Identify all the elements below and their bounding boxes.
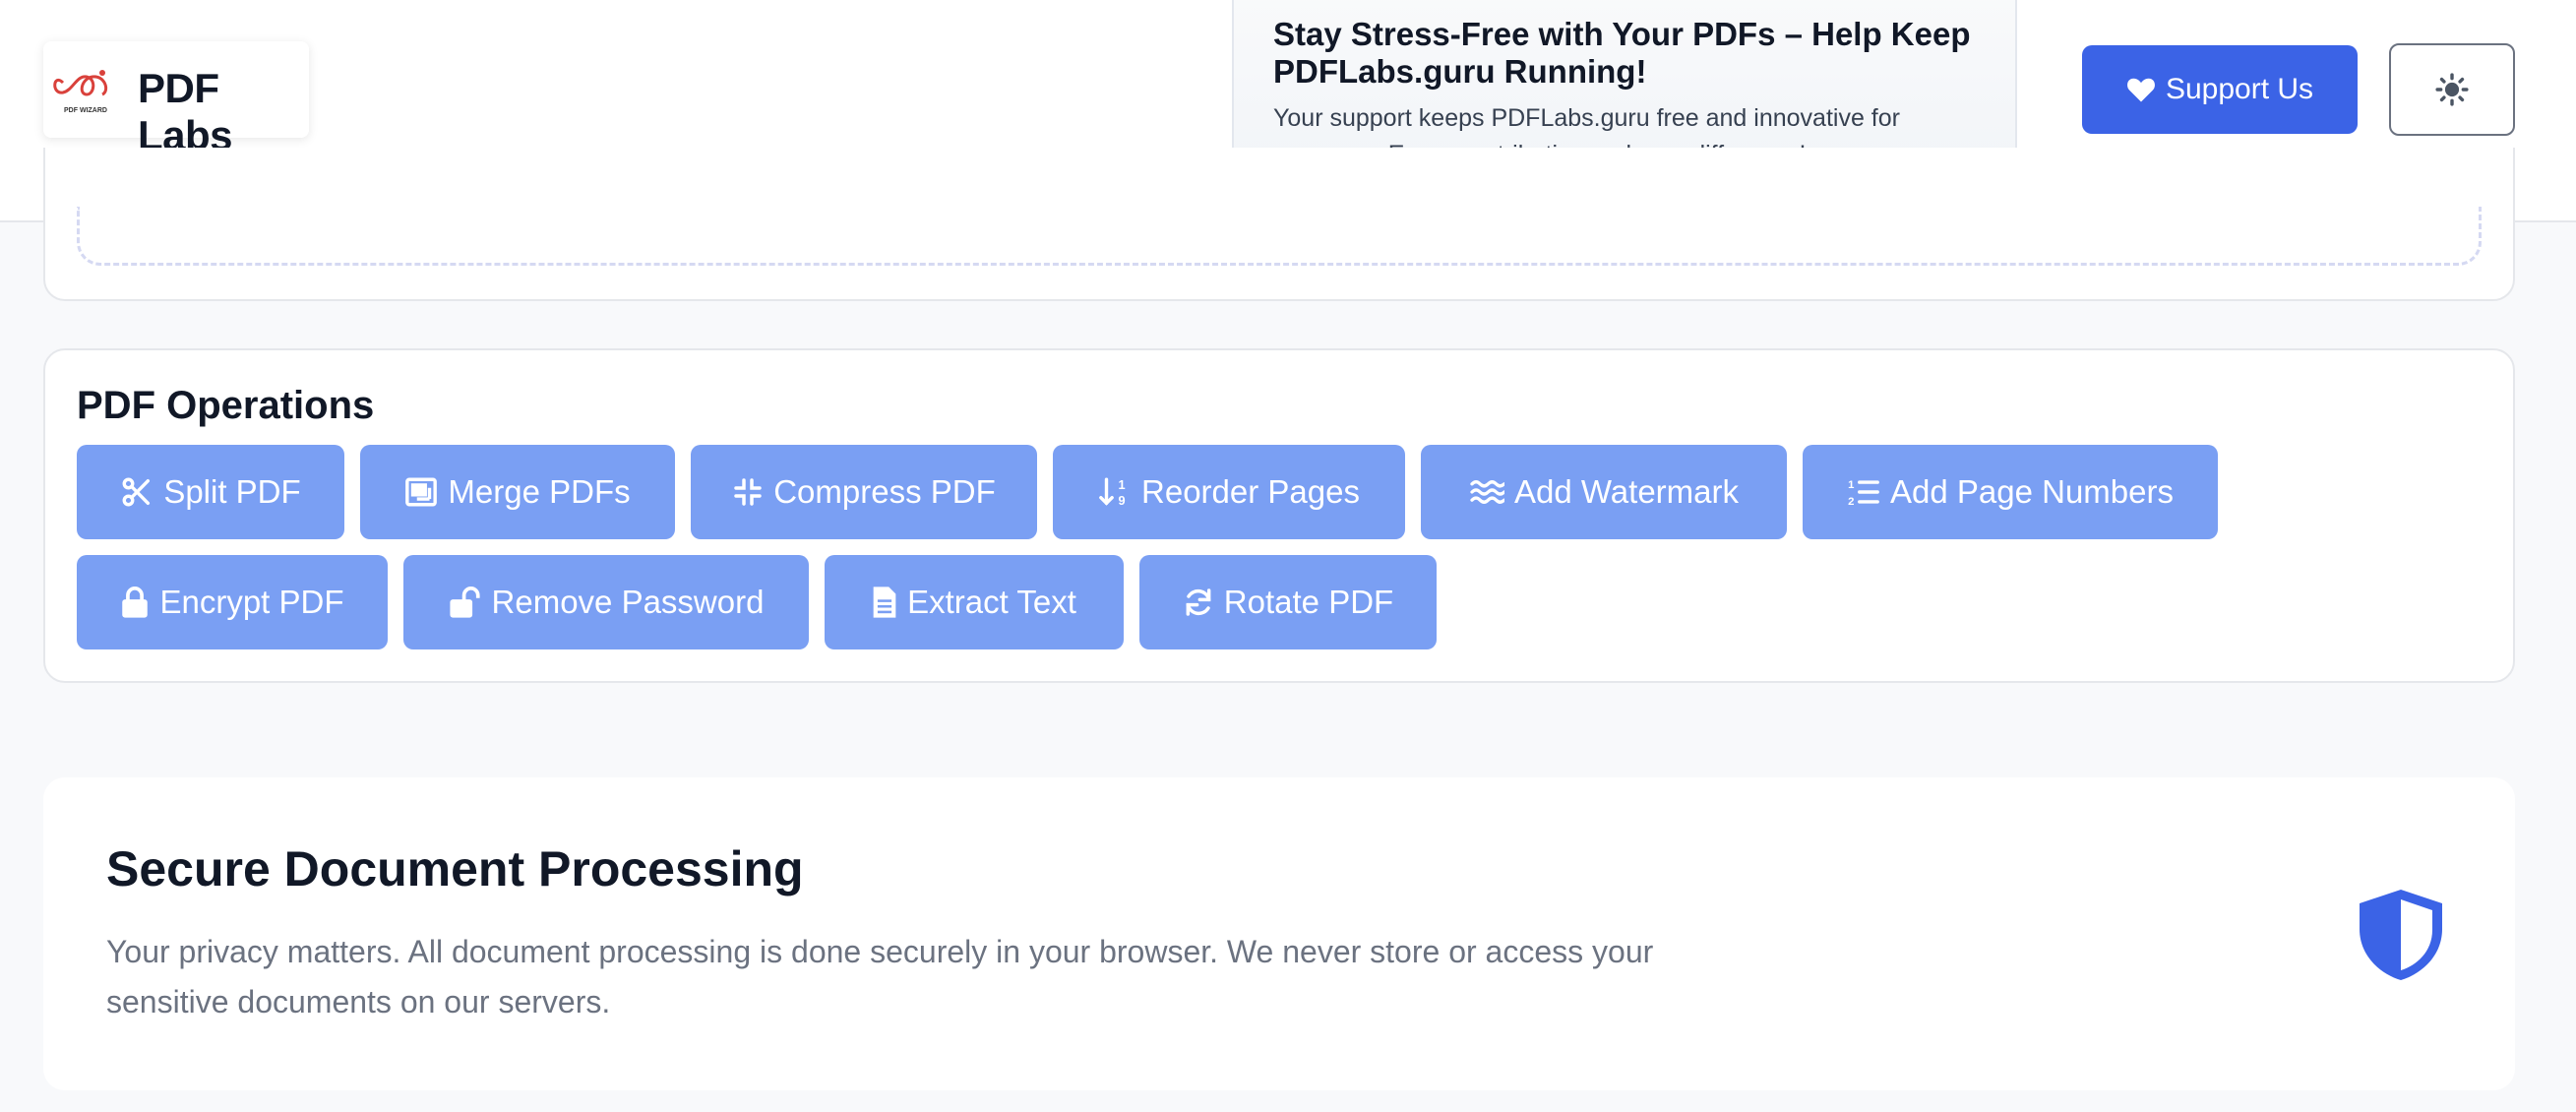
svg-text:2: 2: [1848, 496, 1854, 508]
brand-logo[interactable]: PDF WIZARD PDF Labs: [43, 41, 309, 158]
brand-name: PDF Labs: [138, 65, 233, 158]
extract-text-label: Extract Text: [907, 584, 1076, 620]
logo-icon: PDF WIZARD: [53, 70, 108, 114]
merge-pdfs-label: Merge PDFs: [448, 473, 631, 510]
rotate-icon: [1186, 588, 1211, 616]
encrypt-pdf-label: Encrypt PDF: [159, 584, 344, 620]
theme-toggle-button[interactable]: [2389, 43, 2515, 136]
svg-text:1: 1: [1848, 479, 1854, 491]
add-page-numbers-button[interactable]: 1 2 Add Page Numbers: [1803, 445, 2218, 539]
promo-title: Stay Stress-Free with Your PDFs – Help K…: [1273, 16, 1971, 90]
merge-pdfs-button[interactable]: Merge PDFs: [360, 445, 675, 539]
scissors-icon: [122, 477, 151, 507]
water-icon: [1470, 480, 1504, 504]
merge-icon: [405, 477, 438, 507]
heart-icon: [2127, 78, 2155, 102]
numbered-list-icon: 1 2: [1848, 479, 1879, 508]
reorder-pages-label: Reorder Pages: [1141, 473, 1360, 510]
reorder-pages-button[interactable]: 1 9 Reorder Pages: [1053, 445, 1405, 539]
split-pdf-label: Split PDF: [163, 473, 301, 510]
compress-pdf-button[interactable]: Compress PDF: [691, 445, 1037, 539]
add-page-numbers-label: Add Page Numbers: [1890, 473, 2174, 510]
split-pdf-button[interactable]: Split PDF: [77, 445, 344, 539]
svg-text:1: 1: [1119, 477, 1126, 492]
rotate-pdf-label: Rotate PDF: [1223, 584, 1394, 620]
encrypt-pdf-button[interactable]: Encrypt PDF: [77, 555, 388, 649]
compress-pdf-label: Compress PDF: [773, 473, 996, 510]
operations-title: PDF Operations: [77, 384, 375, 427]
remove-password-label: Remove Password: [491, 584, 765, 620]
upload-card: [43, 148, 2515, 301]
rotate-pdf-button[interactable]: Rotate PDF: [1139, 555, 1437, 649]
add-watermark-label: Add Watermark: [1513, 473, 1739, 510]
secure-processing-card: Secure Document Processing Your privacy …: [43, 777, 2515, 1090]
shield-icon: [2360, 890, 2442, 980]
secure-description: Your privacy matters. All document proce…: [106, 934, 1654, 1019]
extract-text-button[interactable]: Extract Text: [825, 555, 1124, 649]
sun-icon: [2435, 73, 2469, 106]
sort-icon: 1 9: [1099, 477, 1126, 508]
lock-icon: [122, 587, 149, 618]
pdf-operations-card: PDF Operations Split PDF Merge PDFs Comp…: [43, 348, 2515, 683]
svg-text:9: 9: [1119, 493, 1126, 508]
compress-icon: [734, 478, 762, 506]
add-watermark-button[interactable]: Add Watermark: [1421, 445, 1787, 539]
unlock-icon: [449, 587, 480, 618]
svg-text:PDF WIZARD: PDF WIZARD: [64, 107, 107, 114]
file-drop-zone[interactable]: [77, 207, 2482, 266]
file-text-icon: [873, 587, 896, 618]
support-us-label: Support Us: [2165, 73, 2314, 105]
support-us-button[interactable]: Support Us: [2082, 45, 2358, 134]
remove-password-button[interactable]: Remove Password: [403, 555, 809, 649]
secure-title: Secure Document Processing: [106, 841, 804, 896]
